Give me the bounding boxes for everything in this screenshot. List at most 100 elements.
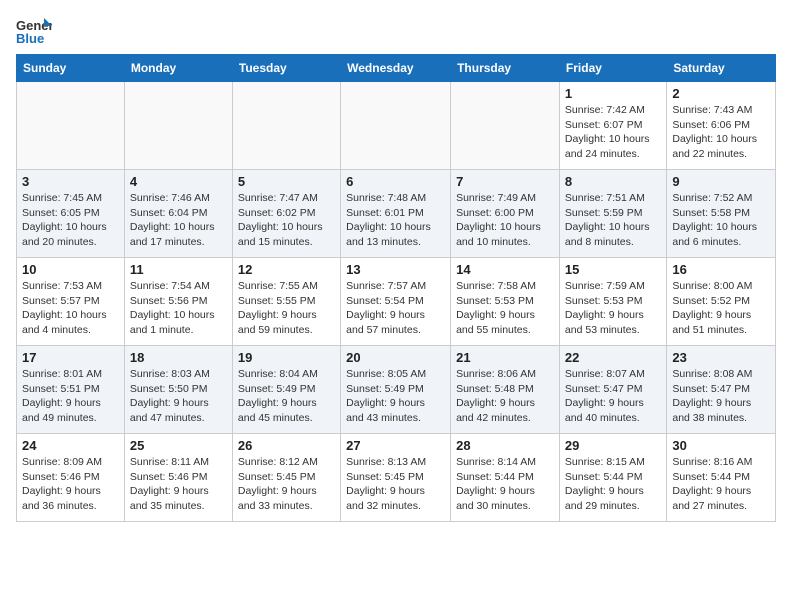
calendar-week-row: 1 Sunrise: 7:42 AM Sunset: 6:07 PM Daylig… xyxy=(17,82,776,170)
calendar-cell: 19 Sunrise: 8:04 AM Sunset: 5:49 PM Dayli… xyxy=(232,346,340,434)
day-detail: Sunrise: 8:01 AM Sunset: 5:51 PM Dayligh… xyxy=(22,367,119,426)
day-number: 10 xyxy=(22,262,119,277)
day-number: 4 xyxy=(130,174,227,189)
day-number: 6 xyxy=(346,174,445,189)
calendar-cell xyxy=(17,82,125,170)
day-number: 27 xyxy=(346,438,445,453)
calendar-cell: 12Sunrise: 7:55 AM Sunset: 5:55 PM Dayli… xyxy=(232,258,340,346)
calendar-cell: 22 Sunrise: 8:07 AM Sunset: 5:47 PM Dayli… xyxy=(559,346,666,434)
day-detail: Sunrise: 8:00 AM Sunset: 5:52 PM Dayligh… xyxy=(672,279,770,338)
day-number: 30 xyxy=(672,438,770,453)
calendar-cell: 11 Sunrise: 7:54 AM Sunset: 5:56 PM Dayli… xyxy=(124,258,232,346)
calendar-cell: 13Sunrise: 7:57 AM Sunset: 5:54 PM Dayli… xyxy=(341,258,451,346)
day-number: 15 xyxy=(565,262,661,277)
day-number: 7 xyxy=(456,174,554,189)
day-number: 21 xyxy=(456,350,554,365)
day-number: 5 xyxy=(238,174,335,189)
day-number: 18 xyxy=(130,350,227,365)
day-number: 22 xyxy=(565,350,661,365)
day-detail: Sunrise: 8:16 AM Sunset: 5:44 PM Dayligh… xyxy=(672,455,770,514)
day-number: 24 xyxy=(22,438,119,453)
day-detail: Sunrise: 8:07 AM Sunset: 5:47 PM Dayligh… xyxy=(565,367,661,426)
day-number: 8 xyxy=(565,174,661,189)
calendar-header-row: SundayMondayTuesdayWednesdayThursdayFrid… xyxy=(17,55,776,82)
calendar-cell xyxy=(232,82,340,170)
calendar-cell: 26 Sunrise: 8:12 AM Sunset: 5:45 PM Dayli… xyxy=(232,434,340,522)
day-number: 11 xyxy=(130,262,227,277)
day-number: 17 xyxy=(22,350,119,365)
calendar-cell xyxy=(341,82,451,170)
day-number: 23 xyxy=(672,350,770,365)
calendar-cell: 6 Sunrise: 7:48 AM Sunset: 6:01 PM Daylig… xyxy=(341,170,451,258)
weekday-header: Tuesday xyxy=(232,55,340,82)
day-number: 13 xyxy=(346,262,445,277)
calendar-cell: 25 Sunrise: 8:11 AM Sunset: 5:46 PM Dayli… xyxy=(124,434,232,522)
day-detail: Sunrise: 7:45 AM Sunset: 6:05 PM Dayligh… xyxy=(22,191,119,250)
calendar-cell: 15 Sunrise: 7:59 AM Sunset: 5:53 PM Dayli… xyxy=(559,258,666,346)
calendar-cell: 8 Sunrise: 7:51 AM Sunset: 5:59 PM Daylig… xyxy=(559,170,666,258)
logo: General Blue xyxy=(16,16,52,46)
logo-icon: General Blue xyxy=(16,16,52,46)
day-number: 2 xyxy=(672,86,770,101)
calendar-cell: 2 Sunrise: 7:43 AM Sunset: 6:06 PM Daylig… xyxy=(667,82,776,170)
day-detail: Sunrise: 7:43 AM Sunset: 6:06 PM Dayligh… xyxy=(672,103,770,162)
calendar-cell xyxy=(124,82,232,170)
day-detail: Sunrise: 7:59 AM Sunset: 5:53 PM Dayligh… xyxy=(565,279,661,338)
day-number: 14 xyxy=(456,262,554,277)
calendar-cell: 30 Sunrise: 8:16 AM Sunset: 5:44 PM Dayli… xyxy=(667,434,776,522)
day-detail: Sunrise: 8:11 AM Sunset: 5:46 PM Dayligh… xyxy=(130,455,227,514)
day-detail: Sunrise: 8:13 AM Sunset: 5:45 PM Dayligh… xyxy=(346,455,445,514)
calendar-cell: 24 Sunrise: 8:09 AM Sunset: 5:46 PM Dayli… xyxy=(17,434,125,522)
day-detail: Sunrise: 8:14 AM Sunset: 5:44 PM Dayligh… xyxy=(456,455,554,514)
calendar-cell: 27 Sunrise: 8:13 AM Sunset: 5:45 PM Dayli… xyxy=(341,434,451,522)
day-number: 1 xyxy=(565,86,661,101)
day-detail: Sunrise: 8:12 AM Sunset: 5:45 PM Dayligh… xyxy=(238,455,335,514)
calendar-cell: 17 Sunrise: 8:01 AM Sunset: 5:51 PM Dayli… xyxy=(17,346,125,434)
day-detail: Sunrise: 8:04 AM Sunset: 5:49 PM Dayligh… xyxy=(238,367,335,426)
day-number: 25 xyxy=(130,438,227,453)
weekday-header: Sunday xyxy=(17,55,125,82)
calendar-cell: 1 Sunrise: 7:42 AM Sunset: 6:07 PM Daylig… xyxy=(559,82,666,170)
day-detail: Sunrise: 7:55 AM Sunset: 5:55 PM Dayligh… xyxy=(238,279,335,338)
calendar-week-row: 24 Sunrise: 8:09 AM Sunset: 5:46 PM Dayli… xyxy=(17,434,776,522)
calendar-week-row: 17 Sunrise: 8:01 AM Sunset: 5:51 PM Dayli… xyxy=(17,346,776,434)
weekday-header: Wednesday xyxy=(341,55,451,82)
calendar-week-row: 10Sunrise: 7:53 AM Sunset: 5:57 PM Dayli… xyxy=(17,258,776,346)
calendar-cell: 3 Sunrise: 7:45 AM Sunset: 6:05 PM Daylig… xyxy=(17,170,125,258)
day-number: 16 xyxy=(672,262,770,277)
day-detail: Sunrise: 8:06 AM Sunset: 5:48 PM Dayligh… xyxy=(456,367,554,426)
day-number: 26 xyxy=(238,438,335,453)
calendar-cell xyxy=(451,82,560,170)
day-number: 19 xyxy=(238,350,335,365)
calendar-cell: 14Sunrise: 7:58 AM Sunset: 5:53 PM Dayli… xyxy=(451,258,560,346)
calendar-week-row: 3 Sunrise: 7:45 AM Sunset: 6:05 PM Daylig… xyxy=(17,170,776,258)
day-detail: Sunrise: 8:09 AM Sunset: 5:46 PM Dayligh… xyxy=(22,455,119,514)
day-detail: Sunrise: 7:49 AM Sunset: 6:00 PM Dayligh… xyxy=(456,191,554,250)
weekday-header: Monday xyxy=(124,55,232,82)
calendar-cell: 29Sunrise: 8:15 AM Sunset: 5:44 PM Dayli… xyxy=(559,434,666,522)
day-detail: Sunrise: 7:48 AM Sunset: 6:01 PM Dayligh… xyxy=(346,191,445,250)
day-number: 9 xyxy=(672,174,770,189)
day-detail: Sunrise: 7:47 AM Sunset: 6:02 PM Dayligh… xyxy=(238,191,335,250)
day-detail: Sunrise: 8:08 AM Sunset: 5:47 PM Dayligh… xyxy=(672,367,770,426)
calendar-table: SundayMondayTuesdayWednesdayThursdayFrid… xyxy=(16,54,776,522)
calendar-cell: 16 Sunrise: 8:00 AM Sunset: 5:52 PM Dayli… xyxy=(667,258,776,346)
svg-text:Blue: Blue xyxy=(16,31,44,46)
day-detail: Sunrise: 7:52 AM Sunset: 5:58 PM Dayligh… xyxy=(672,191,770,250)
day-number: 20 xyxy=(346,350,445,365)
day-detail: Sunrise: 7:51 AM Sunset: 5:59 PM Dayligh… xyxy=(565,191,661,250)
day-detail: Sunrise: 7:54 AM Sunset: 5:56 PM Dayligh… xyxy=(130,279,227,338)
calendar-cell: 10Sunrise: 7:53 AM Sunset: 5:57 PM Dayli… xyxy=(17,258,125,346)
weekday-header: Friday xyxy=(559,55,666,82)
calendar-cell: 23 Sunrise: 8:08 AM Sunset: 5:47 PM Dayli… xyxy=(667,346,776,434)
calendar-cell: 4Sunrise: 7:46 AM Sunset: 6:04 PM Daylig… xyxy=(124,170,232,258)
day-number: 3 xyxy=(22,174,119,189)
calendar-cell: 9 Sunrise: 7:52 AM Sunset: 5:58 PM Daylig… xyxy=(667,170,776,258)
day-detail: Sunrise: 8:05 AM Sunset: 5:49 PM Dayligh… xyxy=(346,367,445,426)
calendar-cell: 18Sunrise: 8:03 AM Sunset: 5:50 PM Dayli… xyxy=(124,346,232,434)
day-detail: Sunrise: 8:15 AM Sunset: 5:44 PM Dayligh… xyxy=(565,455,661,514)
calendar-cell: 20 Sunrise: 8:05 AM Sunset: 5:49 PM Dayli… xyxy=(341,346,451,434)
calendar-cell: 5 Sunrise: 7:47 AM Sunset: 6:02 PM Daylig… xyxy=(232,170,340,258)
day-number: 28 xyxy=(456,438,554,453)
day-detail: Sunrise: 7:42 AM Sunset: 6:07 PM Dayligh… xyxy=(565,103,661,162)
